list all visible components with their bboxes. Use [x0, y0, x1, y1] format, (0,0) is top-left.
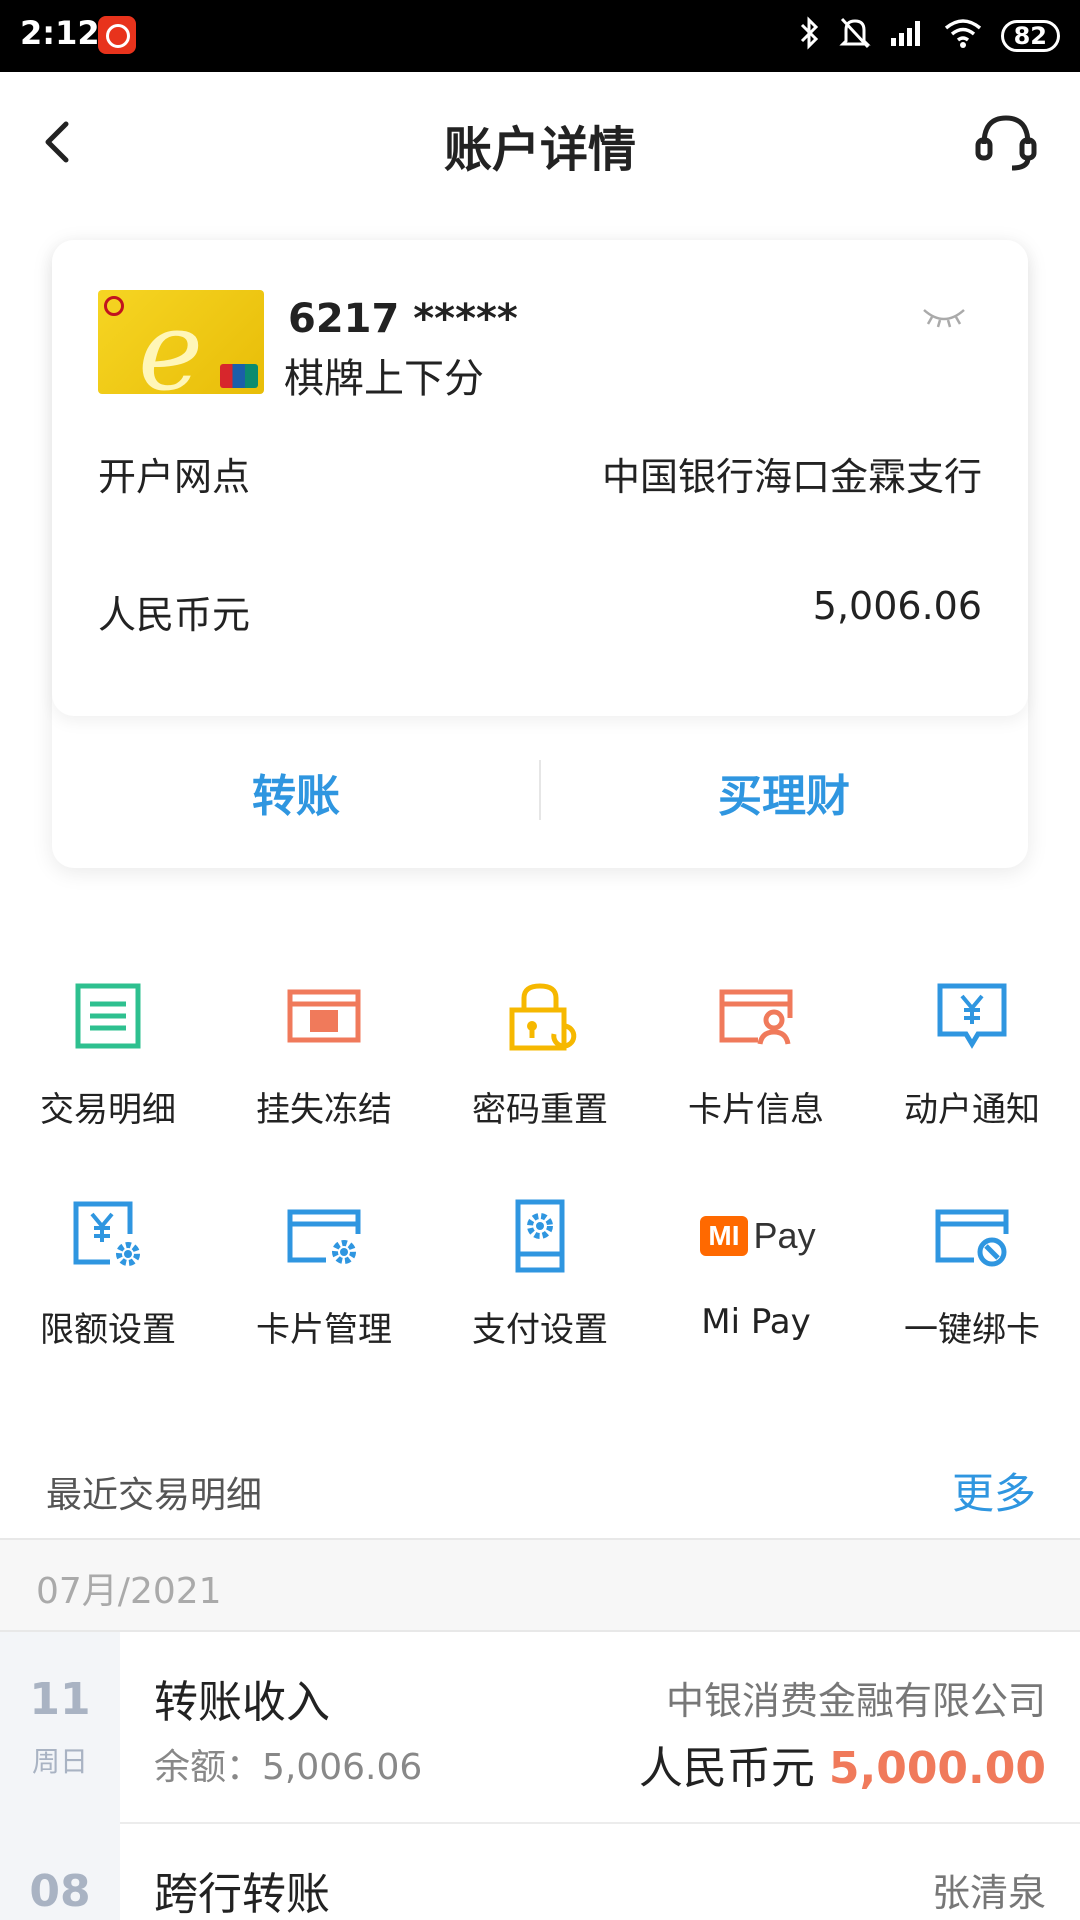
mute-bell-icon — [838, 16, 871, 56]
transaction-amount: 人民币元 5,000.00 — [639, 1732, 1046, 1796]
transaction-counterparty: 张清泉 — [931, 1871, 1046, 1915]
branch-value: 中国银行海口金霖支行 — [601, 455, 982, 499]
card-art-icon: e — [138, 290, 204, 394]
customer-service-button[interactable] — [972, 108, 1040, 176]
more-link[interactable]: 更多 — [952, 1460, 1036, 1521]
transaction-body: 转账收入 余额：5,006.06 中银消费金融有限公司 人民币元 5,000.0… — [120, 1632, 1080, 1824]
card-bind-icon — [935, 1209, 1009, 1267]
grid-label: Mi Pay — [701, 1302, 811, 1342]
eye-closed-icon[interactable] — [920, 302, 968, 330]
grid-label: 限额设置 — [40, 1310, 176, 1350]
month-label: 07月/2021 — [36, 1571, 222, 1612]
bank-card-image: e — [98, 290, 264, 394]
status-time: 2:12 — [20, 14, 100, 52]
grid-item-quick-bind-card[interactable]: 一键绑卡 — [864, 1198, 1080, 1398]
grid-item-password-reset[interactable]: 密码重置 — [432, 978, 648, 1178]
mi-logo-icon: MI — [700, 1216, 748, 1256]
card-alias: 棋牌上下分 — [284, 356, 484, 402]
bank-app-notification-icon — [98, 16, 136, 54]
transaction-weekday: 周日 — [31, 1745, 88, 1778]
recent-transactions-header: 最近交易明细 更多 — [0, 1440, 1080, 1540]
transaction-date: 08 — [0, 1824, 120, 1920]
lock-reset-icon — [509, 983, 577, 1051]
grid-label: 密码重置 — [472, 1090, 608, 1130]
branch-row: 开户网点 中国银行海口金霖支行 — [98, 446, 982, 501]
grid-label: 卡片信息 — [688, 1090, 824, 1130]
app-header: 账户详情 — [0, 72, 1080, 208]
wifi-icon — [943, 18, 983, 54]
card-user-icon — [719, 989, 793, 1045]
phone-gear-icon — [515, 1199, 565, 1273]
month-divider: 07月/2021 — [0, 1540, 1080, 1632]
mi-pay-logo-icon: MI Pay — [678, 1208, 838, 1264]
transaction-row[interactable]: 11 周日 转账收入 余额：5,006.06 中银消费金融有限公司 人民币元 5… — [0, 1632, 1080, 1824]
grid-label: 一键绑卡 — [904, 1310, 1040, 1350]
branch-label: 开户网点 — [98, 455, 251, 499]
balance-value: 5,006.06 — [812, 584, 982, 628]
bluetooth-icon — [799, 16, 821, 56]
transaction-currency: 人民币元 — [638, 1743, 815, 1794]
buy-wealth-button[interactable]: 买理财 — [540, 716, 1028, 868]
grid-item-report-loss[interactable]: 挂失冻结 — [216, 978, 432, 1178]
grid-item-account-notice[interactable]: 动户通知 — [864, 978, 1080, 1178]
headset-icon — [975, 115, 1037, 171]
transaction-day: 11 — [29, 1674, 91, 1725]
grid-item-card-info[interactable]: 卡片信息 — [648, 978, 864, 1178]
transaction-balance: 余额：5,006.06 — [154, 1747, 423, 1788]
card-gear-icon — [287, 1209, 361, 1264]
bank-logo-icon — [104, 296, 124, 316]
grid-item-mi-pay[interactable]: MI Pay Mi Pay — [648, 1198, 864, 1398]
recent-transactions-title: 最近交易明细 — [46, 1475, 263, 1516]
transaction-day: 08 — [29, 1866, 91, 1917]
transaction-type: 跨行转账 — [154, 1869, 330, 1920]
balance-row: 人民币元 5,006.06 — [98, 584, 982, 639]
yuan-notice-icon — [937, 983, 1007, 1049]
transaction-type: 转账收入 — [154, 1677, 330, 1728]
account-card: e 6217 ***** 棋牌上下分 开户网点 中国银行海口金霖支行 人民币元 … — [52, 240, 1028, 868]
grid-label: 卡片管理 — [256, 1310, 392, 1350]
battery-indicator: 82 — [1000, 20, 1060, 52]
transaction-counterparty: 中银消费金融有限公司 — [665, 1679, 1046, 1723]
limit-settings-icon — [73, 1201, 140, 1266]
page-title: 账户详情 — [443, 122, 636, 178]
lost-card-icon — [287, 989, 361, 1043]
currency-label: 人民币元 — [98, 593, 251, 637]
grid-item-payment-settings[interactable]: 支付设置 — [432, 1198, 648, 1398]
transaction-date: 11 周日 — [0, 1632, 120, 1824]
signal-icon — [889, 18, 925, 54]
list-document-icon — [75, 983, 141, 1049]
card-number: 6217 ***** — [288, 296, 518, 342]
account-card-info: e 6217 ***** 棋牌上下分 开户网点 中国银行海口金霖支行 人民币元 … — [52, 240, 1028, 716]
grid-label: 动户通知 — [904, 1090, 1040, 1130]
grid-item-limit-settings[interactable]: 限额设置 — [0, 1198, 216, 1398]
grid-label: 交易明细 — [40, 1090, 176, 1130]
transaction-row[interactable]: 08 跨行转账 张清泉 — [0, 1824, 1080, 1920]
status-bar: 2:12 82 — [0, 0, 1080, 72]
transaction-body: 跨行转账 张清泉 — [120, 1824, 1080, 1920]
grid-item-transaction-details[interactable]: 交易明细 — [0, 978, 216, 1178]
status-icons: 82 — [799, 14, 1060, 58]
grid-label: 支付设置 — [472, 1310, 608, 1350]
pay-logo-text: Pay — [753, 1215, 816, 1256]
grid-item-card-management[interactable]: 卡片管理 — [216, 1198, 432, 1398]
card-actions: 转账 买理财 — [52, 716, 1028, 868]
grid-label: 挂失冻结 — [256, 1090, 392, 1130]
transaction-amount-value: 5,000.00 — [828, 1743, 1046, 1794]
transfer-button[interactable]: 转账 — [52, 716, 540, 868]
unionpay-logo-icon — [220, 364, 258, 388]
